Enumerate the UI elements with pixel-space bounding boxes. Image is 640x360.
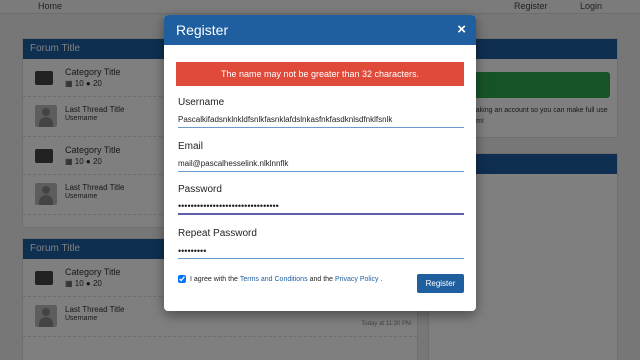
modal-title: Register <box>176 22 229 38</box>
terms-link[interactable]: Terms and Conditions <box>240 276 308 283</box>
modal-header: Register × <box>164 15 476 45</box>
repeat-password-input[interactable] <box>178 243 464 259</box>
agree-row: I agree with the Terms and Conditions an… <box>178 275 382 283</box>
agree-middle: and the <box>309 275 333 283</box>
username-input[interactable] <box>178 112 464 128</box>
password-input[interactable] <box>178 199 464 215</box>
email-input[interactable] <box>178 156 464 172</box>
email-label: Email <box>178 141 204 152</box>
close-icon[interactable]: × <box>457 21 466 38</box>
username-label: Username <box>178 97 225 108</box>
agree-checkbox[interactable] <box>178 275 186 283</box>
agree-prefix: I agree with the <box>190 275 238 283</box>
privacy-link[interactable]: Privacy Policy <box>335 276 379 283</box>
error-alert: The name may not be greater than 32 char… <box>176 62 464 86</box>
register-modal: Register × The name may not be greater t… <box>164 15 476 311</box>
register-button[interactable]: Register <box>417 274 464 293</box>
repeat-password-label: Repeat Password <box>178 228 257 239</box>
password-label: Password <box>178 184 222 195</box>
agree-suffix: . <box>380 275 383 283</box>
